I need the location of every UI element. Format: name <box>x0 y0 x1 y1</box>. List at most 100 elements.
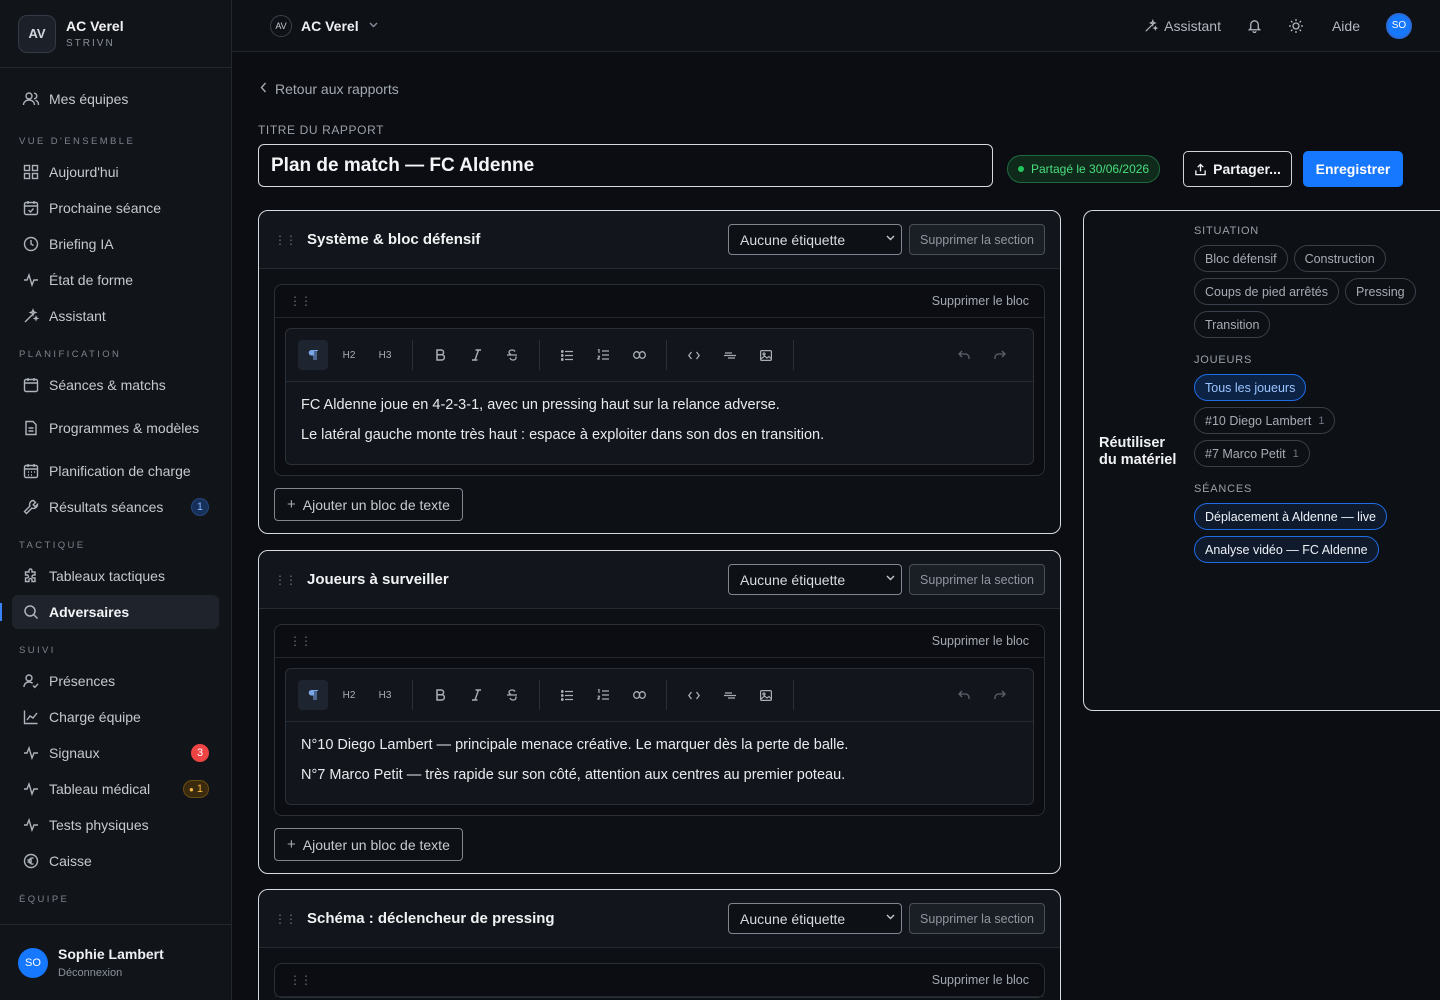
sidebar-item-briefing-ia[interactable]: Briefing IA <box>12 227 219 261</box>
bullet-list-icon[interactable] <box>552 340 582 370</box>
drag-handle-icon[interactable]: ⋮⋮ <box>274 912 297 926</box>
tag-select[interactable]: Aucune étiquette <box>728 903 903 934</box>
sidebar-item-medical-board[interactable]: Tableau médical ● 1 <box>12 772 219 806</box>
help-link[interactable]: Aide <box>1332 18 1360 34</box>
delete-section-button[interactable]: Supprimer la section <box>909 224 1045 255</box>
bold-icon[interactable] <box>425 680 455 710</box>
situation-chip[interactable]: Bloc défensif <box>1194 245 1288 272</box>
sidebar-item-physical-tests[interactable]: Tests physiques <box>12 808 219 842</box>
sidebar-item-next-session[interactable]: Prochaine séance <box>12 191 219 225</box>
redo-icon[interactable] <box>985 680 1015 710</box>
sidebar-item-team-load[interactable]: Charge équipe <box>12 700 219 734</box>
strike-icon[interactable] <box>497 680 527 710</box>
delete-block-button[interactable]: Supprimer le bloc <box>932 634 1029 648</box>
sidebar-item-cash[interactable]: Caisse <box>12 844 219 878</box>
team-switcher[interactable]: AV AC Verel <box>270 14 378 37</box>
bell-icon[interactable] <box>1247 18 1262 33</box>
italic-icon[interactable] <box>461 340 491 370</box>
editor-content[interactable]: N°10 Diego Lambert — principale menace c… <box>286 722 1033 804</box>
drag-handle-icon[interactable]: ⋮⋮ <box>289 973 312 987</box>
player-chip[interactable]: #10 Diego Lambert 1 <box>1194 407 1336 434</box>
image-icon[interactable] <box>751 340 781 370</box>
add-text-block-button[interactable]: + Ajouter un bloc de texte <box>274 488 463 521</box>
sidebar-item-tactical-boards[interactable]: Tableaux tactiques <box>12 559 219 593</box>
player-chip[interactable]: #7 Marco Petit 1 <box>1194 440 1310 467</box>
report-title-input[interactable]: Plan de match — FC Aldenne <box>258 144 993 187</box>
delete-section-button[interactable]: Supprimer la section <box>909 903 1045 934</box>
sidebar-item-today[interactable]: Aujourd'hui <box>12 155 219 189</box>
rich-text-editor[interactable]: H2 H3 <box>285 668 1034 805</box>
assistant-button[interactable]: Assistant <box>1144 18 1221 34</box>
avatar[interactable]: SO <box>1386 12 1412 39</box>
situation-chips: Bloc défensif Construction Coups de pied… <box>1194 245 1434 344</box>
code-icon[interactable] <box>679 680 709 710</box>
link-icon[interactable] <box>624 680 654 710</box>
brand[interactable]: AV AC Verel STRIVN <box>0 0 231 68</box>
section-label-tactics: TACTIQUE <box>19 540 86 551</box>
numbered-list-icon[interactable] <box>588 680 618 710</box>
image-icon[interactable] <box>751 680 781 710</box>
situation-chip[interactable]: Construction <box>1293 245 1386 272</box>
delete-block-button[interactable]: Supprimer le bloc <box>932 294 1029 308</box>
drag-handle-icon[interactable]: ⋮⋮ <box>289 634 312 648</box>
heading-2-button[interactable]: H2 <box>334 340 364 370</box>
user-profile[interactable]: SO Sophie Lambert Déconnexion <box>0 924 231 1000</box>
sidebar-item-programs-templates[interactable]: Programmes & modèles <box>12 404 219 452</box>
toolbar-divider <box>666 340 667 370</box>
situation-chip[interactable]: Pressing <box>1345 278 1416 305</box>
bold-icon[interactable] <box>425 340 455 370</box>
undo-icon[interactable] <box>949 340 979 370</box>
numbered-list-icon[interactable] <box>588 340 618 370</box>
heading-3-button[interactable]: H3 <box>370 680 400 710</box>
italic-icon[interactable] <box>461 680 491 710</box>
sidebar-item-session-results[interactable]: Résultats séances 1 <box>12 490 219 524</box>
code-icon[interactable] <box>679 340 709 370</box>
rich-text-editor[interactable]: H2 H3 <box>285 328 1034 465</box>
sidebar-item-opponents[interactable]: Adversaires <box>0 595 219 629</box>
toolbar-divider <box>412 680 413 710</box>
delete-section-button[interactable]: Supprimer la section <box>909 564 1045 595</box>
logout-link[interactable]: Déconnexion <box>58 967 164 979</box>
drag-handle-icon[interactable]: ⋮⋮ <box>274 573 297 587</box>
delete-block-button[interactable]: Supprimer le bloc <box>932 973 1029 987</box>
paragraph-icon[interactable] <box>298 680 328 710</box>
section-title[interactable]: Système & bloc défensif <box>307 231 480 248</box>
editor-content[interactable]: FC Aldenne joue en 4-2-3-1, avec un pres… <box>286 382 1033 464</box>
link-icon[interactable] <box>624 340 654 370</box>
strike-icon[interactable] <box>497 340 527 370</box>
section-title[interactable]: Joueurs à surveiller <box>307 571 449 588</box>
paragraph-icon[interactable] <box>298 340 328 370</box>
brand-subtitle: STRIVN <box>66 38 115 49</box>
bullet-list-icon[interactable] <box>552 680 582 710</box>
sidebar-item-mes-equipes[interactable]: Mes équipes <box>12 82 219 116</box>
tag-select[interactable]: Aucune étiquette <box>728 224 903 255</box>
sidebar-item-signals[interactable]: Signaux 3 <box>12 736 219 770</box>
drag-handle-icon[interactable]: ⋮⋮ <box>289 294 312 308</box>
session-chip[interactable]: Analyse vidéo — FC Aldenne <box>1194 536 1379 563</box>
sidebar-item-load-planning[interactable]: Planification de charge <box>12 454 219 488</box>
back-link-label: Retour aux rapports <box>275 81 399 97</box>
tag-select[interactable]: Aucune étiquette <box>728 564 903 595</box>
redo-icon[interactable] <box>985 340 1015 370</box>
add-text-block-button[interactable]: + Ajouter un bloc de texte <box>274 828 463 861</box>
sidebar-item-assistant[interactable]: Assistant <box>12 299 219 333</box>
sun-icon[interactable] <box>1288 18 1304 34</box>
situation-chip[interactable]: Transition <box>1194 311 1271 338</box>
back-to-reports-link[interactable]: Retour aux rapports <box>260 81 399 97</box>
situation-chip[interactable]: Coups de pied arrêtés <box>1194 278 1339 305</box>
divider-icon[interactable] <box>715 680 745 710</box>
sidebar-item-sessions-matches[interactable]: Séances & matchs <box>12 368 219 402</box>
player-chip[interactable]: Tous les joueurs <box>1194 374 1307 401</box>
sidebar-item-attendance[interactable]: Présences <box>12 664 219 698</box>
undo-icon[interactable] <box>949 680 979 710</box>
session-chip[interactable]: Déplacement à Aldenne — live <box>1194 503 1387 530</box>
drag-handle-icon[interactable]: ⋮⋮ <box>274 233 297 247</box>
section-title[interactable]: Schéma : déclencheur de pressing <box>307 910 555 927</box>
sidebar-item-form-state[interactable]: État de forme <box>12 263 219 297</box>
divider-icon[interactable] <box>715 340 745 370</box>
heading-2-button[interactable]: H2 <box>334 680 364 710</box>
save-button[interactable]: Enregistrer <box>1303 151 1403 187</box>
share-button[interactable]: Partager... <box>1183 151 1292 187</box>
report-section: ⋮⋮ Schéma : déclencheur de pressing Aucu… <box>258 889 1061 1000</box>
heading-3-button[interactable]: H3 <box>370 340 400 370</box>
